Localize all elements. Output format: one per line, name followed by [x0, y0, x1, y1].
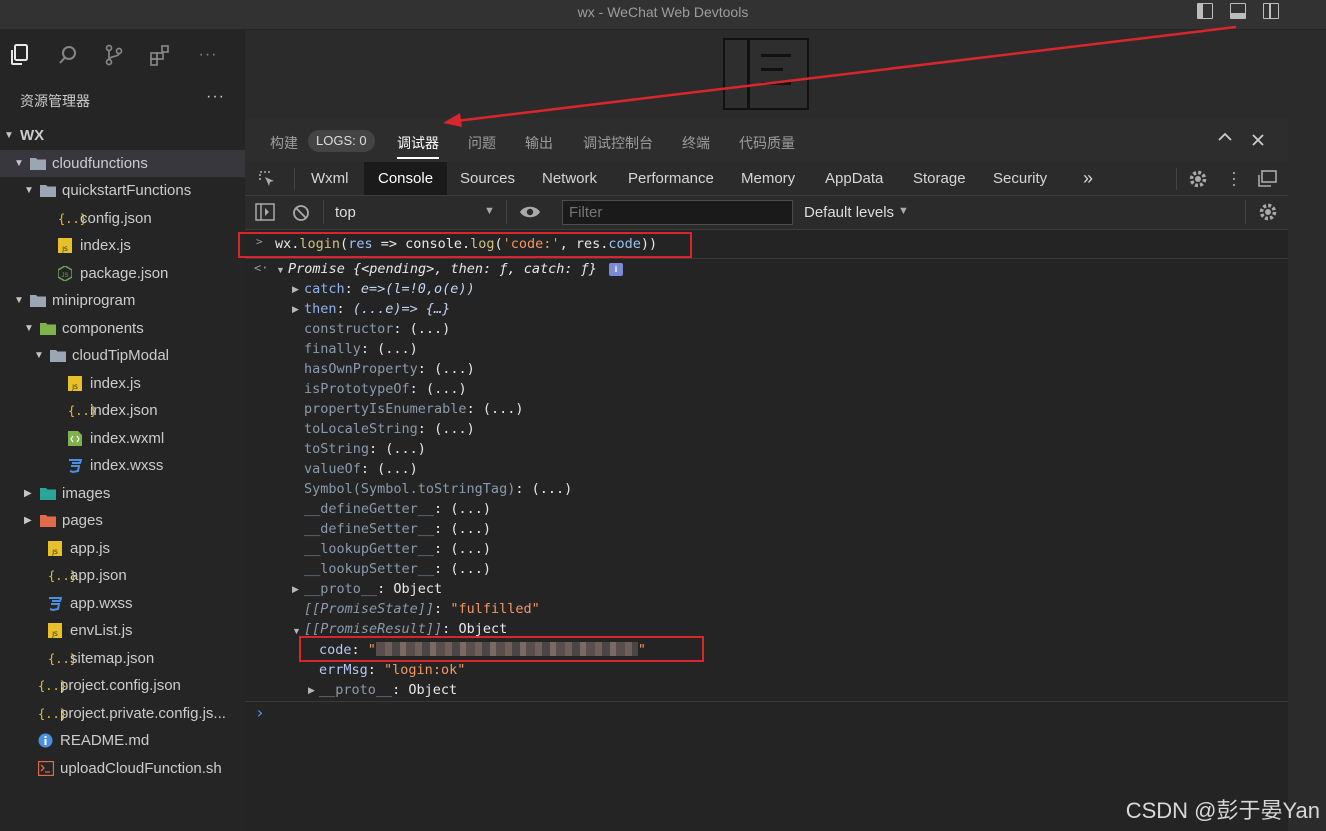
annotation-arrow [443, 25, 1237, 127]
watermark: CSDN @彭于晏Yan [1125, 798, 1320, 823]
